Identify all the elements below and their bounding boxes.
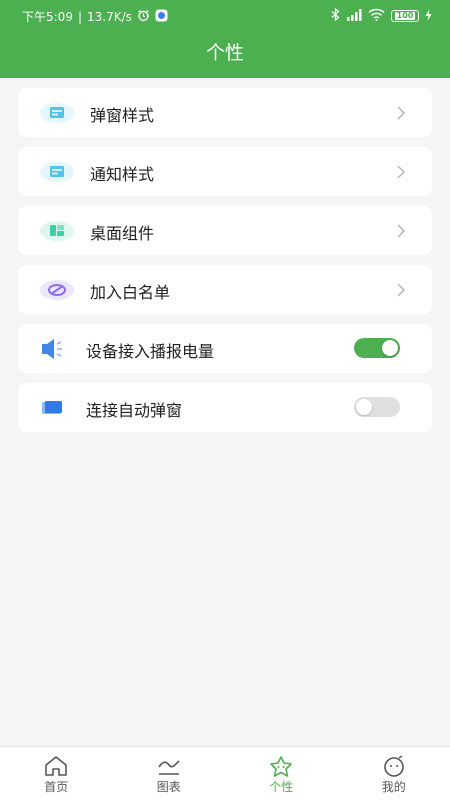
- notification-style-icon: [40, 161, 74, 183]
- battery-announce-toggle[interactable]: [354, 338, 400, 358]
- popup-style-icon: [40, 102, 74, 124]
- app-header: 下午5:09 | 13.7K/s 100 个性: [0, 0, 450, 78]
- whitelist-icon: [40, 279, 74, 301]
- alarm-icon: [137, 9, 150, 25]
- chevron-right-icon: [396, 105, 406, 121]
- chevron-right-icon: [396, 164, 406, 180]
- personalize-icon: [270, 756, 293, 777]
- auto-popup-icon: [40, 397, 74, 419]
- settings-item-notification-style[interactable]: 通知样式: [18, 147, 432, 196]
- tab-profile[interactable]: 我的: [338, 747, 450, 800]
- status-time: 下午5:09: [22, 10, 73, 24]
- settings-list: 弹窗样式 通知样式 桌面组件 加入白名单 设备接入播报电量 连接自动弹窗: [18, 88, 432, 442]
- signal-icon: [346, 8, 362, 24]
- settings-item-whitelist[interactable]: 加入白名单: [18, 265, 432, 314]
- wifi-icon: [368, 8, 385, 24]
- tab-personalize[interactable]: 个性: [225, 747, 338, 800]
- settings-item-label: 连接自动弹窗: [86, 401, 183, 420]
- tab-label: 图表: [156, 780, 181, 794]
- toggle-knob: [382, 340, 398, 356]
- toggle-knob: [356, 399, 372, 415]
- charging-icon: [425, 8, 432, 24]
- battery-level: 100: [394, 11, 416, 20]
- settings-item-auto-popup: 连接自动弹窗: [18, 383, 432, 432]
- settings-item-battery-announce: 设备接入播报电量: [18, 324, 432, 373]
- tab-label: 个性: [269, 780, 294, 794]
- settings-item-desktop-widget[interactable]: 桌面组件: [18, 206, 432, 255]
- settings-item-label: 设备接入播报电量: [86, 342, 215, 361]
- app-notification-icon: [155, 9, 168, 25]
- auto-popup-toggle[interactable]: [354, 397, 400, 417]
- settings-item-label: 桌面组件: [90, 224, 155, 243]
- chart-icon: [158, 760, 180, 775]
- tab-chart[interactable]: 图表: [113, 747, 226, 800]
- settings-item-popup-style[interactable]: 弹窗样式: [18, 88, 432, 137]
- bottom-tab-bar: 首页 图表 个性 我的: [0, 746, 450, 800]
- tab-home[interactable]: 首页: [0, 747, 113, 800]
- desktop-widget-icon: [40, 220, 74, 242]
- tab-label: 首页: [44, 780, 69, 794]
- home-icon: [45, 756, 68, 776]
- profile-icon: [383, 755, 404, 777]
- settings-item-label: 通知样式: [90, 165, 155, 184]
- chevron-right-icon: [396, 223, 406, 239]
- status-bar: 下午5:09 | 13.7K/s 100: [0, 0, 450, 30]
- settings-item-label: 弹窗样式: [90, 106, 155, 125]
- page-title: 个性: [205, 42, 244, 64]
- network-speed: 13.7K/s: [87, 9, 132, 24]
- settings-item-label: 加入白名单: [90, 283, 171, 302]
- speaker-icon: [40, 338, 74, 360]
- status-separator: |: [77, 9, 82, 24]
- battery-icon: 100: [391, 10, 419, 22]
- chevron-right-icon: [396, 282, 406, 298]
- bluetooth-icon: [331, 7, 340, 24]
- tab-label: 我的: [381, 780, 406, 794]
